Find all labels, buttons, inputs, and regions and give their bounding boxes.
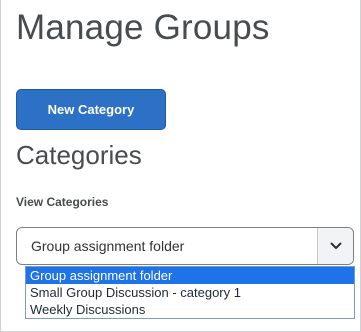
category-option[interactable]: Small Group Discussion - category 1 <box>26 284 354 301</box>
categories-heading: Categories <box>16 140 142 170</box>
select-current-value: Group assignment folder <box>31 238 185 254</box>
view-categories-label: View Categories <box>16 195 109 209</box>
chevron-down-icon <box>330 242 341 249</box>
new-category-button[interactable]: New Category <box>16 89 166 130</box>
page-title: Manage Groups <box>16 8 270 47</box>
category-options-list: Group assignment folder Small Group Disc… <box>25 266 355 319</box>
category-option[interactable]: Weekly Discussions <box>26 301 354 318</box>
select-toggle[interactable] <box>318 228 353 264</box>
category-option[interactable]: Group assignment folder <box>26 267 354 284</box>
view-categories-select[interactable]: Group assignment folder <box>16 227 354 265</box>
